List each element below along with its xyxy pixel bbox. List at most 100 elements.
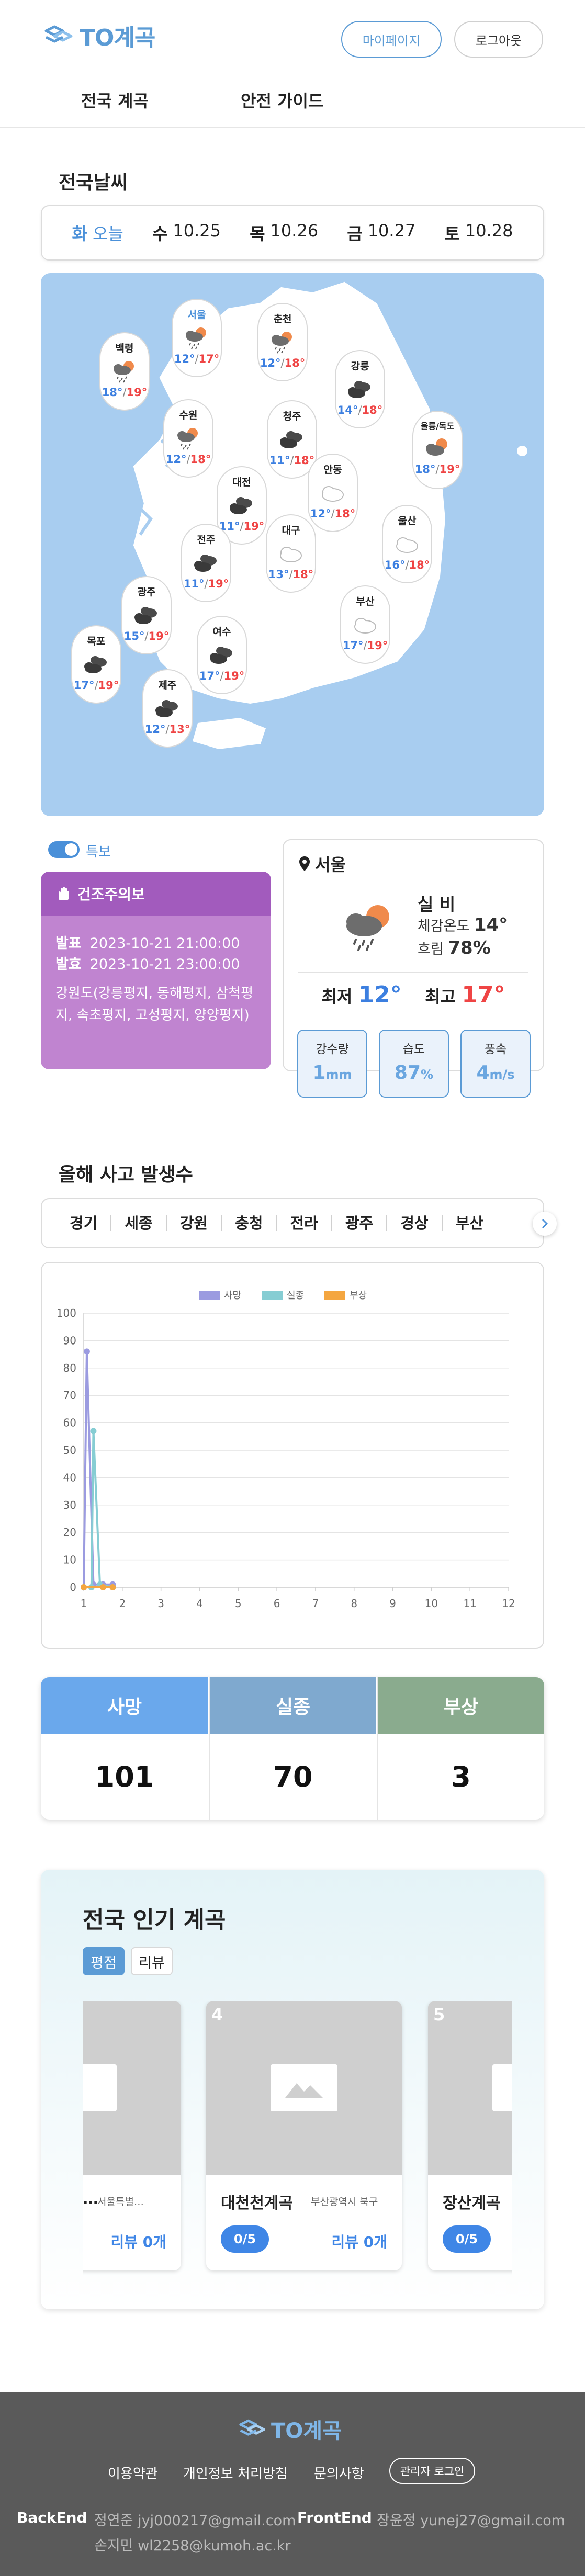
feels-label: 체감온도 <box>418 918 470 934</box>
region-tab[interactable]: 충청 <box>222 1215 277 1231</box>
y-tick-label: 10 <box>63 1554 76 1566</box>
cloud-icon <box>134 607 157 624</box>
total-deaths: 사망 101 <box>41 1677 208 1820</box>
region-tab[interactable]: 광주 <box>332 1215 388 1231</box>
feels-like: 체감온도 14° <box>418 914 508 935</box>
contact-link[interactable]: 문의사항 <box>314 2463 364 2482</box>
alert-body: 발표 2023-10-21 21:00:00 발효 2023-10-21 23:00… <box>41 916 271 1026</box>
y-tick-label: 60 <box>63 1417 76 1429</box>
city-weather-3[interactable]: 백령 18°/19° <box>99 332 150 411</box>
tab-review[interactable]: 리뷰 <box>131 1947 173 1975</box>
mypage-button[interactable]: 마이페이지 <box>341 21 442 58</box>
city-high-temp: 19° <box>243 520 265 533</box>
city-weather-7[interactable]: 울릉/독도 18°/19° <box>412 411 463 489</box>
day-tab[interactable]: 수 10.25 <box>152 221 221 245</box>
city-weather-11[interactable]: 대구 13°/18° <box>266 514 316 593</box>
series-line <box>84 1431 113 1588</box>
nav-safety-guide[interactable]: 안전 가이드 <box>241 88 323 112</box>
announce-label: 발표 <box>55 935 82 952</box>
day-tab-today[interactable]: 화 오늘 <box>72 221 123 245</box>
city-low-temp: 13° <box>268 568 289 581</box>
city-weather-13[interactable]: 광주 15°/19° <box>121 576 172 654</box>
site-logo[interactable]: TO계곡 <box>43 19 155 52</box>
popular-valleys-section: 전국 인기 계곡 평점 리뷰 3 … 서울특별… 리뷰 0개 4 대천천계곡 부… <box>41 1870 544 2309</box>
divider <box>298 972 528 973</box>
footer-logo[interactable]: TO계곡 <box>238 2414 342 2444</box>
city-weather-6[interactable]: 청주 11°/18° <box>267 400 317 479</box>
day-tab[interactable]: 금 10.27 <box>347 221 415 245</box>
x-tick-label: 3 <box>158 1597 164 1610</box>
alert-title: 건조주의보 <box>77 886 145 903</box>
card-score-badge: 0/5 <box>443 2225 491 2253</box>
city-name: 수원 <box>179 410 198 421</box>
valley-card[interactable]: 3 … 서울특별… 리뷰 0개 <box>83 2001 181 2270</box>
card-review-count: 리뷰 0개 <box>331 2233 387 2251</box>
y-tick-label: 90 <box>63 1334 76 1347</box>
privacy-link[interactable]: 개인정보 처리방침 <box>183 2463 288 2482</box>
region-tab[interactable]: 세종 <box>111 1215 167 1231</box>
announce-time: 2023-10-21 21:00:00 <box>89 935 240 952</box>
alert-regions: 강원도(강릉평지, 동해평지, 삼척평지, 속초평지, 고성평지, 양양평지) <box>55 986 254 1023</box>
city-weather-14[interactable]: 부산 17°/19° <box>340 585 390 664</box>
city-temps: 12°/18° <box>165 453 211 466</box>
max-label: 최고 <box>425 987 456 1007</box>
city-name: 안동 <box>323 464 342 476</box>
day-tab[interactable]: 토 10.28 <box>444 221 513 245</box>
city-high-temp: 19° <box>148 630 170 642</box>
region-scroll-right-button[interactable] <box>533 1212 557 1236</box>
stat-precipitation: 강수량 1mm <box>297 1030 367 1098</box>
card-rank: 4 <box>211 2005 223 2025</box>
stat-label: 강수량 <box>316 1043 349 1056</box>
white-cloud-icon <box>354 618 376 634</box>
admin-login-button[interactable]: 관리자 로그인 <box>389 2458 475 2484</box>
region-tab[interactable]: 부산 <box>443 1215 497 1231</box>
city-weather-10[interactable]: 전주 11°/19° <box>181 524 231 602</box>
logout-button[interactable]: 로그아웃 <box>454 21 543 58</box>
valley-card[interactable]: 5 장산계곡 0/5 <box>428 2001 512 2270</box>
x-tick-label: 10 <box>425 1597 438 1610</box>
card-name: 장산계곡 <box>443 2194 501 2212</box>
x-tick-label: 4 <box>196 1597 203 1610</box>
city-low-temp: 11° <box>269 454 290 467</box>
region-tab[interactable]: 전라 <box>277 1215 332 1231</box>
region-tab[interactable]: 경상 <box>387 1215 443 1231</box>
terms-link[interactable]: 이용약관 <box>108 2463 158 2482</box>
city-weather-16[interactable]: 여수 17°/19° <box>197 616 247 694</box>
white-cloud-icon <box>396 537 418 553</box>
valley-carousel: 3 … 서울특별… 리뷰 0개 4 대천천계곡 부산광역시 북구 0/5 리뷰 … <box>83 2001 512 2278</box>
city-weather-12[interactable]: 울산 16°/18° <box>382 505 432 583</box>
popular-title: 전국 인기 계곡 <box>83 1907 226 1934</box>
valley-card[interactable]: 4 대천천계곡 부산광역시 북구 0/5 리뷰 0개 <box>206 2001 402 2270</box>
city-weather-1[interactable]: 서울 12°/17° <box>172 299 222 377</box>
nav-valleys[interactable]: 전국 계곡 <box>81 88 149 112</box>
total-label: 부상 <box>378 1677 544 1734</box>
y-tick-label: 50 <box>63 1444 76 1456</box>
city-weather-2[interactable]: 춘천 12°/18° <box>257 303 308 381</box>
total-value: 3 <box>451 1760 471 1793</box>
day-date: 10.25 <box>173 221 221 241</box>
total-label: 실종 <box>210 1677 376 1734</box>
day-tab[interactable]: 목 10.26 <box>250 221 318 245</box>
city-high-temp: 18° <box>190 453 211 466</box>
city-weather-15[interactable]: 목포 17°/19° <box>71 625 121 704</box>
legend-label: 부상 <box>350 1290 367 1301</box>
city-weather-17[interactable]: 제주 12°/13° <box>142 669 193 748</box>
total-label: 사망 <box>41 1677 208 1734</box>
alert-header: 건조주의보 <box>41 872 271 916</box>
region-tab[interactable]: 강원 <box>167 1215 222 1231</box>
city-weather-5[interactable]: 수원 12°/18° <box>163 399 213 478</box>
city-high-temp: 18° <box>334 507 356 520</box>
city-weather-9[interactable]: 안동 12°/18° <box>308 454 358 532</box>
alert-toggle[interactable] <box>48 841 80 858</box>
accident-chart: 0 10 20 30 40 50 60 70 80 90 100 1 2 3 4 5 6 7 8 9 10 11 12 사망 실… <box>41 1262 544 1649</box>
x-tick-label: 5 <box>235 1597 242 1610</box>
tab-rating[interactable]: 평점 <box>83 1947 125 1975</box>
city-weather-4[interactable]: 강릉 14°/18° <box>335 350 385 428</box>
city-low-temp: 12° <box>260 357 281 369</box>
city-name: 목포 <box>87 636 106 647</box>
day-name: 금 <box>347 224 363 244</box>
city-high-temp: 13° <box>169 723 190 736</box>
city-name: 강릉 <box>351 360 369 372</box>
region-tab[interactable]: 경기 <box>57 1215 112 1231</box>
x-tick-label: 6 <box>274 1597 280 1610</box>
